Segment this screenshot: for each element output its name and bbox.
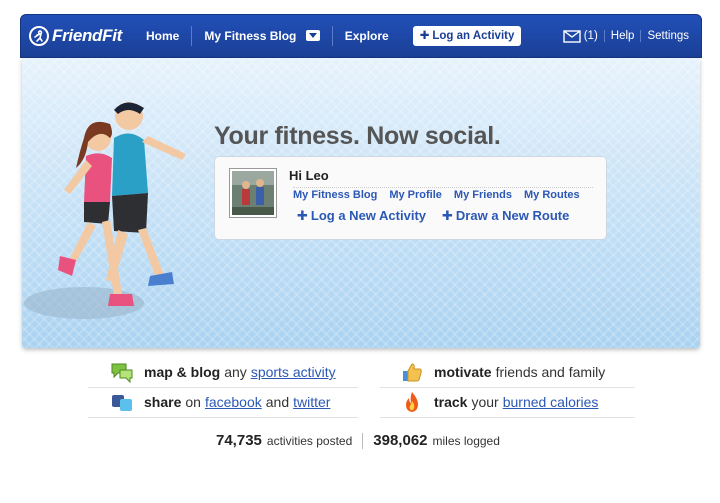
feature-map-blog: map & blog any sports activity [110,361,340,383]
plus-icon: ✚ [419,30,430,42]
flame-icon [406,392,418,412]
nav-home[interactable]: Home [134,26,191,46]
link-my-fitness-blog[interactable]: My Fitness Blog [293,189,377,201]
feature-map-text: any [224,364,247,380]
hero-banner: Your fitness. Now social. Hi Leo My Fitn… [22,58,700,348]
feature-map-bold: map & blog [144,364,221,380]
greeting: Hi Leo [289,168,329,183]
link-my-friends[interactable]: My Friends [454,189,512,201]
top-nav-bar: FriendFit Home My Fitness Blog Explore ✚… [20,14,702,58]
log-activity-button[interactable]: ✚ Log an Activity [412,26,522,46]
log-activity-label: Log an Activity [432,30,515,42]
log-new-activity-link[interactable]: ✚ Log a New Activity [297,208,426,224]
speech-bubble-icon [111,363,133,383]
messages-link[interactable]: (1) [557,29,604,43]
plus-icon: ✚ [297,208,308,223]
burned-calories-link[interactable]: burned calories [503,394,599,410]
feature-share: share on facebook and twitter [110,391,334,413]
activities-count: 74,735 [216,432,262,449]
miles-label: miles logged [432,433,500,448]
feature-motivate-text: friends and family [495,364,606,380]
nav-my-fitness-blog[interactable]: My Fitness Blog [191,26,331,46]
divider [380,387,635,388]
user-actions: ✚ Log a New Activity ✚ Draw a New Route [297,208,569,224]
logo-text: FriendFit [52,26,123,45]
messages-count: (1) [583,30,598,42]
avatar-photo [232,171,274,215]
runner-logo-icon [29,26,49,46]
user-quick-links: My Fitness Blog My Profile My Friends My… [293,187,593,201]
feature-track: track your burned calories [400,391,602,413]
miles-count: 398,062 [373,432,428,449]
logo[interactable]: FriendFit [29,26,122,46]
feature-track-text: your [471,394,499,410]
plus-icon: ✚ [442,208,453,223]
nav-explore[interactable]: Explore [331,26,401,46]
nav-my-fitness-blog-label: My Fitness Blog [204,29,297,43]
feature-motivate: motivate friends and family [400,361,605,383]
feature-track-bold: track [434,394,468,410]
feature-motivate-bold: motivate [434,364,492,380]
avatar[interactable] [229,168,277,218]
divider [380,417,635,418]
nav-right-links: (1) Help Settings [557,29,701,43]
link-my-routes[interactable]: My Routes [524,189,580,201]
twitter-link[interactable]: twitter [293,394,330,410]
draw-new-route-link[interactable]: ✚ Draw a New Route [442,208,569,224]
facebook-link[interactable]: facebook [205,394,262,410]
activities-label: activities posted [266,433,353,448]
help-link[interactable]: Help [603,30,641,42]
feature-share-text2: and [265,394,290,410]
mail-icon [563,29,581,43]
link-my-profile[interactable]: My Profile [389,189,442,201]
thumbs-up-icon [403,363,422,382]
divider [88,387,358,388]
feature-share-text1: on [185,394,201,410]
share-icon [112,395,132,411]
log-new-activity-label: Log a New Activity [310,208,427,223]
dropdown-arrow-icon[interactable] [305,30,320,42]
site-stats: 74,735 activities posted 398,062 miles l… [216,432,500,449]
hero-headline: Your fitness. Now social. [214,122,501,150]
sports-activity-link[interactable]: sports activity [251,364,336,380]
settings-link[interactable]: Settings [640,30,695,42]
feature-share-bold: share [144,394,182,410]
divider [88,417,358,418]
runners-illustration [24,102,186,319]
stats-separator [362,432,364,449]
user-welcome-box: Hi Leo My Fitness Blog My Profile My Fri… [214,156,607,240]
draw-new-route-label: Draw a New Route [455,208,570,223]
